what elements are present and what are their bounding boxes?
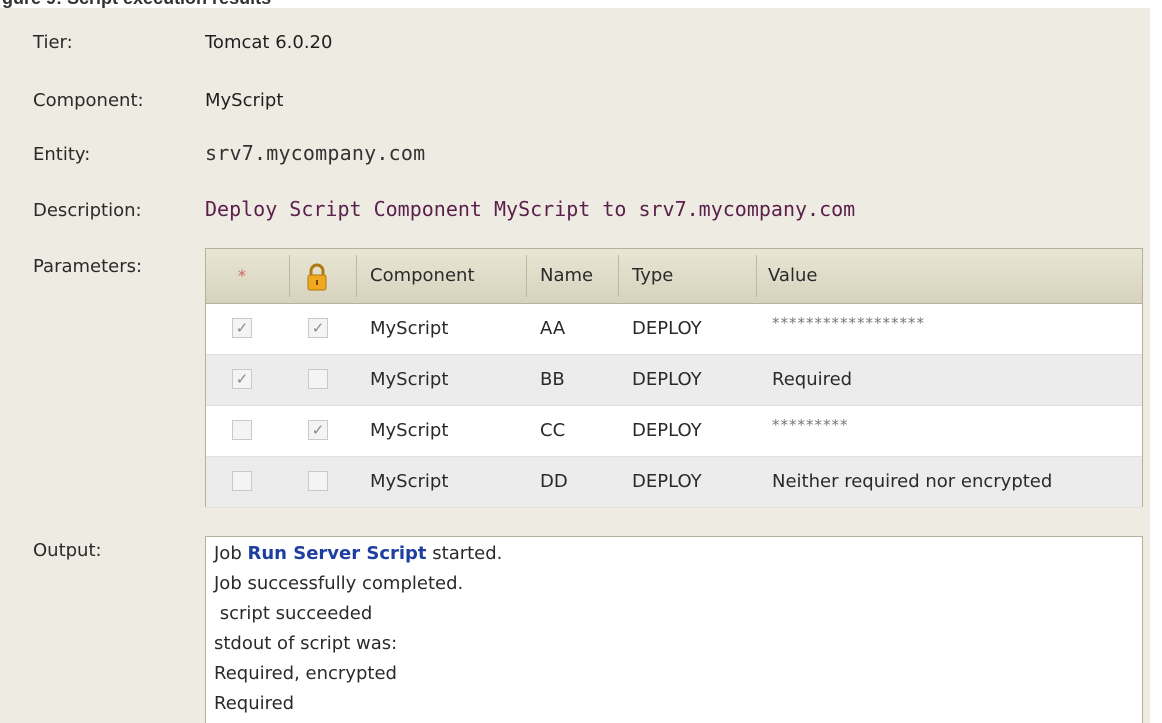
required-column-header[interactable]: * xyxy=(238,249,246,303)
name-cell: CC xyxy=(540,420,566,441)
output-line: script succeeded xyxy=(214,603,373,624)
column-separator xyxy=(289,255,290,297)
type-cell: DEPLOY xyxy=(632,318,702,339)
value-cell: ********* xyxy=(772,416,849,434)
type-column-header[interactable]: Type xyxy=(632,249,673,303)
component-cell: MyScript xyxy=(370,369,449,390)
entity-label: Entity: xyxy=(33,144,91,165)
output-line-prefix: Job xyxy=(214,543,248,564)
clipped-figure-caption: gure 9: Script execution results xyxy=(0,0,1162,8)
column-separator xyxy=(756,255,757,297)
component-label: Component: xyxy=(33,90,144,111)
table-row[interactable]: ✓ ✓ MyScript AA DEPLOY *****************… xyxy=(206,304,1142,355)
output-line: stdout of script was: xyxy=(214,633,398,654)
required-checkbox[interactable]: ✓ xyxy=(232,369,252,389)
tier-label: Tier: xyxy=(33,32,73,53)
lock-icon[interactable] xyxy=(306,263,328,291)
type-cell: DEPLOY xyxy=(632,369,702,390)
value-cell: Neither required nor encrypted xyxy=(772,471,1053,492)
description-value: Deploy Script Component MyScript to srv7… xyxy=(205,197,856,221)
tier-value: Tomcat 6.0.20 xyxy=(205,32,333,53)
component-cell: MyScript xyxy=(370,420,449,441)
encrypted-checkbox[interactable]: ✓ xyxy=(308,318,328,338)
name-cell: BB xyxy=(540,369,565,390)
component-cell: MyScript xyxy=(370,471,449,492)
figure-caption-text: gure 9: Script execution results xyxy=(2,0,271,8)
encrypted-checkbox[interactable]: ✓ xyxy=(308,420,328,440)
output-line: Job Run Server Script started. xyxy=(214,543,502,564)
output-line: Job successfully completed. xyxy=(214,573,464,594)
output-line: Required xyxy=(214,693,295,714)
required-checkbox[interactable]: ✓ xyxy=(232,318,252,338)
parameters-table-header: * Component Name Type Value xyxy=(206,249,1142,304)
job-name: Run Server Script xyxy=(247,543,427,564)
required-checkbox[interactable] xyxy=(232,420,252,440)
type-cell: DEPLOY xyxy=(632,420,702,441)
output-line: Required, encrypted xyxy=(214,663,397,684)
component-column-header[interactable]: Component xyxy=(370,249,475,303)
value-column-header[interactable]: Value xyxy=(768,249,817,303)
column-separator xyxy=(356,255,357,297)
parameters-label: Parameters: xyxy=(33,256,143,277)
job-details-panel: Tier: Tomcat 6.0.20 Component: MyScript … xyxy=(0,8,1150,723)
encrypted-checkbox[interactable] xyxy=(308,471,328,491)
component-cell: MyScript xyxy=(370,318,449,339)
column-separator xyxy=(618,255,619,297)
output-textarea[interactable]: Job Run Server Script started. Job succe… xyxy=(205,536,1143,723)
output-label: Output: xyxy=(33,540,102,561)
table-row[interactable]: ✓ MyScript BB DEPLOY Required xyxy=(206,355,1142,406)
output-line-suffix: started. xyxy=(426,543,503,564)
required-checkbox[interactable] xyxy=(232,471,252,491)
name-cell: DD xyxy=(540,471,568,492)
encrypted-checkbox[interactable] xyxy=(308,369,328,389)
component-value: MyScript xyxy=(205,90,284,111)
description-label: Description: xyxy=(33,200,142,221)
table-row[interactable]: MyScript DD DEPLOY Neither required nor … xyxy=(206,457,1142,508)
value-cell: ****************** xyxy=(772,314,925,332)
table-row[interactable]: ✓ MyScript CC DEPLOY ********* xyxy=(206,406,1142,457)
entity-value: srv7.mycompany.com xyxy=(205,141,426,165)
value-cell: Required xyxy=(772,369,853,390)
type-cell: DEPLOY xyxy=(632,471,702,492)
parameters-table: * Component Name Type Value ✓ ✓ MyScript… xyxy=(205,248,1143,508)
name-column-header[interactable]: Name xyxy=(540,249,593,303)
name-cell: AA xyxy=(540,318,566,339)
column-separator xyxy=(526,255,527,297)
